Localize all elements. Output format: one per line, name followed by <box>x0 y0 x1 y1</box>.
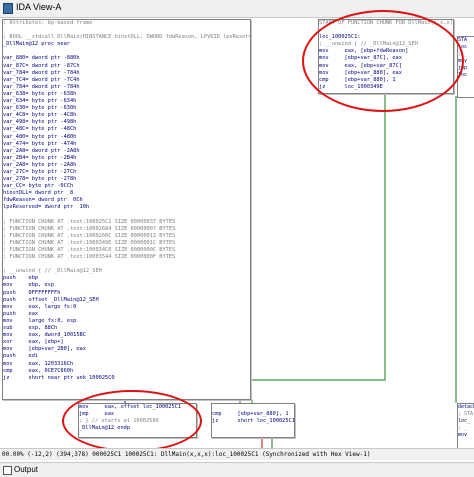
asm-line[interactable] <box>3 27 250 34</box>
ida-view-icon <box>3 3 13 14</box>
asm-line[interactable]: jz short loc_100025C1 <box>212 418 294 425</box>
asm-line[interactable]: ; FUNCTION CHUNK AT .text:100025C1 SIZE … <box>3 219 250 226</box>
asm-line[interactable]: var_630= byte ptr -630h <box>3 105 250 112</box>
asm-line[interactable]: var_634= byte ptr -634h <box>3 98 250 105</box>
asm-line[interactable]: cmp eax, 0CE7C860h <box>3 368 250 375</box>
asm-line[interactable]: mov <box>458 432 474 439</box>
asm-line[interactable]: ; FUNCTION CHUNK AT .text:100034C0 SIZE … <box>3 247 250 254</box>
asm-line[interactable]: cmp [ebp+var_880], 1 <box>212 411 294 418</box>
asm-line[interactable]: var_CC= byte ptr -0CCh <box>3 183 250 190</box>
asm-line[interactable]: var_638= byte ptr -638h <box>3 91 250 98</box>
asm-line[interactable]: ; FUNCTION CHUNK AT .text:10003544 SIZE … <box>3 254 250 261</box>
asm-line[interactable]: ; __unwind { // _DllMain@12_SEH <box>3 268 250 275</box>
asm-line[interactable]: ; BOOL __stdcall DllMain(HINSTANCE hinst… <box>3 34 250 41</box>
window-title: IDA View-A <box>16 2 62 12</box>
asm-line[interactable]: _DllMain@12 proc near <box>3 41 250 48</box>
compare-block[interactable]: cmp [ebp+var_880], 1 jz short loc_100025C… <box>211 403 295 438</box>
asm-line[interactable]: ; FUNCTION CHUNK AT .text:1000260C SIZE … <box>3 233 250 240</box>
asm-line[interactable]: var_498= byte ptr -498h <box>3 119 250 126</box>
asm-line[interactable]: var_784= dword ptr -784h <box>3 84 250 91</box>
asm-line[interactable]: mov [ebp+var_2B0], eax <box>3 346 250 353</box>
asm-line[interactable] <box>3 261 250 268</box>
asm-line[interactable]: ; Attributes: bp-based frame <box>3 20 250 27</box>
asm-line[interactable]: push eax <box>3 311 250 318</box>
asm-line[interactable]: ; FUNCTION CHUNK AT .text:1000349E SIZE … <box>3 240 250 247</box>
status-bar: 00.00% (-12,2) (394,378) 000025C1 100025… <box>0 448 474 460</box>
asm-line[interactable] <box>3 48 250 55</box>
asm-line[interactable]: jz short near ptr unk_100025C0 <box>3 375 250 382</box>
asm-line[interactable] <box>3 212 250 219</box>
asm-line[interactable]: mov eax, 1203316Ch <box>3 361 250 368</box>
asm-line[interactable] <box>212 404 294 411</box>
asm-line[interactable]: detach <box>458 404 474 411</box>
asm-line[interactable]: var_480= byte ptr -480h <box>3 134 250 141</box>
asm-line[interactable]: mov eax, large fs:0 <box>3 304 250 311</box>
asm-line[interactable]: push offset _DllMain@12_SEH <box>3 297 250 304</box>
asm-line[interactable]: xor eax, [ebp+] <box>3 339 250 346</box>
output-window-icon <box>3 466 12 475</box>
asm-line[interactable]: var_278= byte ptr -278h <box>3 176 250 183</box>
main-block-lines: ; Attributes: bp-based frame ; BOOL __st… <box>3 20 250 382</box>
asm-line[interactable]: var_4C8= byte ptr -4C8h <box>3 112 250 119</box>
asm-line[interactable]: lpvReserved= dword ptr 10h <box>3 204 250 211</box>
annotation-circle-chunk <box>302 10 464 112</box>
asm-line[interactable]: mov ebp, esp <box>3 282 250 289</box>
asm-line[interactable]: var_2A8= dword ptr -2A8h <box>3 148 250 155</box>
asm-line[interactable]: ; FUNCTION CHUNK AT .text:10002684 SIZE … <box>3 226 250 233</box>
main-function-block[interactable]: ; Attributes: bp-based frame ; BOOL __st… <box>2 19 251 400</box>
asm-line[interactable]: var_880= dword ptr -880h <box>3 55 250 62</box>
asm-line[interactable]: mov eax, dword_10015BC <box>3 332 250 339</box>
asm-line[interactable]: var_784= dword ptr -784h <box>3 70 250 77</box>
asm-line[interactable]: hinstDLL= dword ptr 8 <box>3 190 250 197</box>
asm-line[interactable]: sub esp, 88Ch <box>3 325 250 332</box>
asm-line[interactable]: var_87C= dword ptr -87Ch <box>3 63 250 70</box>
asm-line[interactable]: push ebp <box>3 275 250 282</box>
edge-chunk-down <box>239 92 386 403</box>
asm-line[interactable]: STA <box>458 37 474 44</box>
output-panel-tab[interactable]: Output <box>0 462 474 477</box>
asm-line[interactable]: loc_ <box>458 418 474 425</box>
asm-line[interactable]: var_27C= byte ptr -27Ch <box>3 169 250 176</box>
graph-canvas[interactable]: ; Attributes: bp-based frame ; BOOL __st… <box>0 10 474 463</box>
asm-line[interactable]: ; _ <box>458 425 474 432</box>
asm-line[interactable]: var_7C4= dword ptr -7C4h <box>3 77 250 84</box>
output-label: Output <box>14 465 39 474</box>
asm-line[interactable]: var_2B4= byte ptr -2B4h <box>3 155 250 162</box>
asm-line[interactable]: mov large fs:0, esp <box>3 318 250 325</box>
asm-line[interactable]: fdwReason= dword ptr 0Ch <box>3 197 250 204</box>
asm-line[interactable]: var_48C= byte ptr -48Ch <box>3 126 250 133</box>
asm-line[interactable]: push edi <box>3 353 250 360</box>
asm-line[interactable]: var_474= byte ptr -474h <box>3 141 250 148</box>
asm-line[interactable]: var_2A8= byte ptr -2A8h <box>3 162 250 169</box>
asm-line[interactable]: ; STA <box>458 411 474 418</box>
asm-line[interactable]: push 0FFFFFFFFh <box>3 290 250 297</box>
annotation-circle-jump <box>62 390 202 452</box>
compare-block-lines: cmp [ebp+var_880], 1 jz short loc_100025C… <box>212 404 294 425</box>
